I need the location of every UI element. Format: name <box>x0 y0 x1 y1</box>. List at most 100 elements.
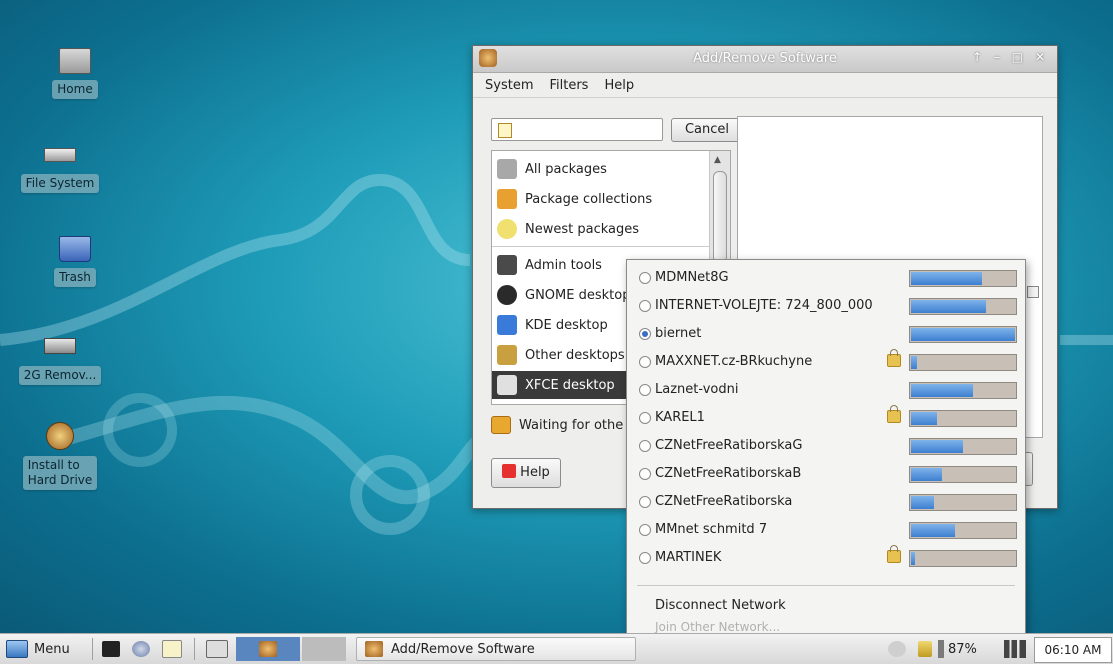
help-button[interactable]: Help <box>491 458 561 488</box>
launcher-editor[interactable] <box>162 637 182 661</box>
window-controls[interactable]: ↑ – □ ✕ <box>972 50 1049 64</box>
radio-button[interactable] <box>639 356 651 368</box>
network-name: CZNetFreeRatiborska <box>655 494 793 509</box>
radio-button[interactable] <box>639 552 651 564</box>
network-item[interactable]: CZNetFreeRatiborska <box>627 488 1025 516</box>
network-item[interactable]: MARTINEK <box>627 544 1025 572</box>
menu-filters[interactable]: Filters <box>549 78 588 93</box>
category-all-packages[interactable]: All packages <box>494 155 709 183</box>
category-package-collections[interactable]: Package collections <box>494 185 709 213</box>
network-name: INTERNET-VOLEJTE: 724_800_000 <box>655 298 873 313</box>
radio-button[interactable] <box>639 496 651 508</box>
radio-button[interactable] <box>639 468 651 480</box>
launcher-terminal[interactable] <box>102 637 120 661</box>
network-item[interactable]: KAREL1 <box>627 404 1025 432</box>
network-item[interactable]: MMnet schmitd 7 <box>627 516 1025 544</box>
scroll-up-icon[interactable]: ▲ <box>714 155 721 165</box>
launcher-browser[interactable] <box>132 637 150 661</box>
taskbar-separator <box>92 638 93 660</box>
tray-battery[interactable]: 87% <box>918 637 977 661</box>
category-label: KDE desktop <box>525 317 608 333</box>
lock-icon <box>887 349 901 367</box>
signal-strength-bar <box>909 354 1017 371</box>
radio-button[interactable] <box>639 524 651 536</box>
network-item[interactable]: Laznet-vodni <box>627 376 1025 404</box>
radio-button[interactable] <box>639 440 651 452</box>
category-label: Newest packages <box>525 221 640 237</box>
home-folder-icon <box>59 48 91 74</box>
network-item[interactable]: MDMNet8G <box>627 264 1025 292</box>
network-item[interactable]: MAXXNET.cz-BRkuchyne <box>627 348 1025 376</box>
lock-icon <box>887 545 901 563</box>
signal-strength-fill <box>911 300 986 313</box>
magnifier-package-icon <box>497 159 517 179</box>
tray-network[interactable] <box>1004 637 1026 661</box>
taskbar-separator <box>194 638 195 660</box>
help-label: Help <box>520 465 550 480</box>
signal-strength-bar <box>909 522 1017 539</box>
network-menu: MDMNet8G INTERNET-VOLEJTE: 724_800_000bie… <box>626 259 1026 640</box>
workspace-3[interactable] <box>302 637 346 661</box>
signal-strength-bar <box>909 382 1017 399</box>
status-area: Waiting for othe <box>491 416 623 434</box>
desktop-icon-label: Home <box>52 80 98 99</box>
network-name: CZNetFreeRatiborskaG <box>655 438 803 453</box>
help-icon <box>502 464 517 478</box>
desktop-icon-file-system[interactable]: File System <box>5 142 115 193</box>
radio-button[interactable] <box>639 328 651 340</box>
task-add-remove-software[interactable]: Add/Remove Software <box>356 637 636 661</box>
tray-updates[interactable] <box>888 637 906 661</box>
desktop-icon-home[interactable]: Home <box>20 48 130 99</box>
radio-button[interactable] <box>639 300 651 312</box>
clock[interactable]: 06:10 AM <box>1034 637 1112 663</box>
desktop-icon-label: 2G Remov... <box>18 366 102 385</box>
network-name: CZNetFreeRatiborskaB <box>655 466 802 481</box>
disconnect-network-item[interactable]: Disconnect Network <box>655 598 786 613</box>
terminal-icon <box>102 641 120 657</box>
signal-strength-fill <box>911 468 942 481</box>
category-label: GNOME desktop <box>525 287 631 303</box>
signal-strength-bar <box>909 410 1017 427</box>
network-item[interactable]: biernet <box>627 320 1025 348</box>
signal-strength-bar <box>909 466 1017 483</box>
signal-strength-bar <box>909 550 1017 567</box>
package-collection-icon <box>497 189 517 209</box>
network-item[interactable]: CZNetFreeRatiborskaG <box>627 432 1025 460</box>
workspace-2[interactable] <box>236 637 300 661</box>
expander-toggle[interactable] <box>1027 286 1039 298</box>
workspace-icon <box>206 640 228 658</box>
menu-button[interactable]: Menu <box>6 637 70 661</box>
search-input[interactable] <box>491 118 663 141</box>
network-name: MAXXNET.cz-BRkuchyne <box>655 354 813 369</box>
task-label: Add/Remove Software <box>391 641 535 657</box>
radio-button[interactable] <box>639 384 651 396</box>
category-newest-packages[interactable]: Newest packages <box>494 215 709 243</box>
removable-drive-icon <box>44 338 76 354</box>
cancel-button[interactable]: Cancel <box>671 118 743 142</box>
lock-icon <box>887 405 901 423</box>
menu-icon <box>6 640 28 658</box>
network-item[interactable]: CZNetFreeRatiborskaB <box>627 460 1025 488</box>
scrollbar-thumb[interactable] <box>713 171 727 263</box>
admin-tools-icon <box>497 255 517 275</box>
browser-icon <box>132 641 150 657</box>
desktop-icon-trash[interactable]: Trash <box>20 236 130 287</box>
radio-button[interactable] <box>639 272 651 284</box>
signal-strength-fill <box>911 412 937 425</box>
desktop-icon-removable[interactable]: 2G Remov... <box>5 332 115 385</box>
signal-strength-fill <box>911 552 915 565</box>
signal-strength-bar <box>909 494 1017 511</box>
menu-help[interactable]: Help <box>604 78 634 93</box>
radio-button[interactable] <box>639 412 651 424</box>
network-item[interactable]: INTERNET-VOLEJTE: 724_800_000 <box>627 292 1025 320</box>
workspace-1[interactable] <box>206 637 228 661</box>
signal-strength-bar <box>909 438 1017 455</box>
desktop-icon-install[interactable]: Install to Hard Drive <box>0 422 120 490</box>
menu-system[interactable]: System <box>485 78 533 93</box>
category-label: XFCE desktop <box>525 377 615 393</box>
trash-icon <box>59 236 91 262</box>
window-title: Add/Remove Software <box>693 51 837 66</box>
signal-strength-bar <box>909 326 1017 343</box>
window-titlebar[interactable]: Add/Remove Software ↑ – □ ✕ <box>473 46 1057 73</box>
signal-strength-fill <box>911 524 955 537</box>
